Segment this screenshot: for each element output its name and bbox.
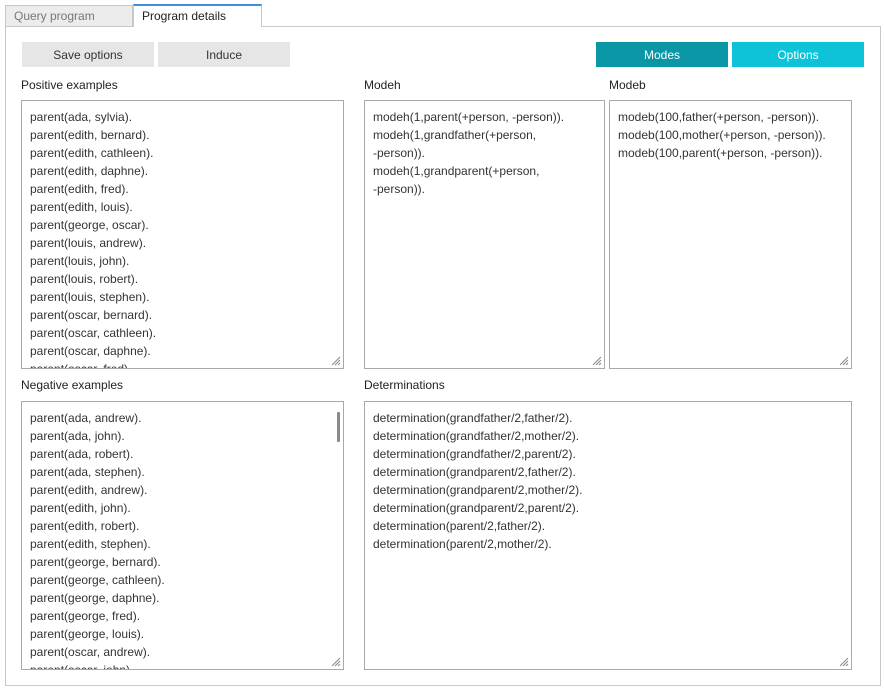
text-line: modeh(1,grandparent(+person, [373, 164, 540, 178]
resize-grip-icon[interactable] [837, 655, 849, 667]
text-line: modeb(100,parent(+person, -person)). [618, 146, 823, 160]
text-line: -person)). [373, 146, 426, 160]
scrollbar-thumb[interactable] [337, 412, 340, 442]
modeb-text: modeb(100,father(+person, -person)). mode… [618, 108, 837, 162]
positive-examples-text: parent(ada, sylvia). parent(edith, bernar… [30, 108, 329, 369]
text-line: determination(grandparent/2,mother/2). [373, 483, 583, 497]
resize-grip-icon[interactable] [329, 655, 341, 667]
negative-examples-label: Negative examples [21, 378, 124, 392]
text-line: modeb(100,mother(+person, -person)). [618, 128, 826, 142]
text-line: parent(edith, fred). [30, 182, 129, 196]
text-line: modeb(100,father(+person, -person)). [618, 110, 820, 124]
modeh-text: modeh(1,parent(+person, -person)). modeh(… [373, 108, 590, 198]
text-line: parent(ada, andrew). [30, 411, 142, 425]
modeb-textarea[interactable]: modeb(100,father(+person, -person)). mode… [609, 100, 852, 369]
resize-grip-icon[interactable] [590, 354, 602, 366]
options-button[interactable]: Options [732, 42, 864, 67]
text-line: parent(edith, john). [30, 501, 131, 515]
resize-grip-icon[interactable] [837, 354, 849, 366]
determinations-textarea[interactable]: determination(grandfather/2,father/2). de… [364, 401, 852, 670]
text-line: parent(louis, john). [30, 254, 130, 268]
text-line: parent(edith, daphne). [30, 164, 149, 178]
text-line: parent(george, fred). [30, 609, 141, 623]
text-line: determination(grandparent/2,father/2). [373, 465, 576, 479]
text-line: determination(parent/2,father/2). [373, 519, 546, 533]
tab-query-program[interactable]: Query program [5, 5, 133, 26]
text-line: determination(grandfather/2,mother/2). [373, 429, 580, 443]
text-line: modeh(1,parent(+person, -person)). [373, 110, 565, 124]
text-line: parent(oscar, john). [30, 663, 134, 670]
text-line: parent(oscar, andrew). [30, 645, 151, 659]
text-line: parent(george, cathleen). [30, 573, 165, 587]
text-line: parent(ada, robert). [30, 447, 134, 461]
text-line: parent(oscar, cathleen). [30, 326, 157, 340]
modeh-textarea[interactable]: modeh(1,parent(+person, -person)). modeh(… [364, 100, 605, 369]
modes-button[interactable]: Modes [596, 42, 728, 67]
text-line: parent(edith, stephen). [30, 537, 151, 551]
text-line: parent(edith, robert). [30, 519, 140, 533]
induce-button[interactable]: Induce [158, 42, 290, 67]
tab-program-details[interactable]: Program details [133, 4, 262, 27]
text-line: parent(louis, stephen). [30, 290, 150, 304]
modeb-label: Modeb [609, 78, 646, 92]
text-line: parent(louis, robert). [30, 272, 139, 286]
positive-examples-textarea[interactable]: parent(ada, sylvia). parent(edith, bernar… [21, 100, 344, 369]
text-line: parent(oscar, daphne). [30, 344, 151, 358]
text-line: modeh(1,grandfather(+person, [373, 128, 537, 142]
negative-examples-text: parent(ada, andrew). parent(ada, john). pa… [30, 409, 329, 670]
text-line: determination(grandparent/2,parent/2). [373, 501, 580, 515]
text-line: parent(george, daphne). [30, 591, 160, 605]
save-options-button[interactable]: Save options [22, 42, 154, 67]
text-line: determination(parent/2,mother/2). [373, 537, 552, 551]
text-line: determination(grandfather/2,parent/2). [373, 447, 576, 461]
text-line: parent(george, oscar). [30, 218, 149, 232]
text-line: parent(george, bernard). [30, 555, 161, 569]
determinations-text: determination(grandfather/2,father/2). de… [373, 409, 837, 553]
text-line: parent(george, louis). [30, 627, 145, 641]
text-line: parent(oscar, bernard). [30, 308, 153, 322]
text-line: parent(edith, andrew). [30, 483, 148, 497]
text-line: parent(edith, bernard). [30, 128, 150, 142]
text-line: parent(edith, cathleen). [30, 146, 154, 160]
resize-grip-icon[interactable] [329, 354, 341, 366]
program-details-panel: Save options Induce Modes Options Positi… [5, 26, 881, 686]
text-line: parent(louis, andrew). [30, 236, 147, 250]
modeh-label: Modeh [364, 78, 401, 92]
text-line: parent(ada, john). [30, 429, 125, 443]
text-line: parent(oscar, fred). [30, 362, 132, 369]
text-line: determination(grandfather/2,father/2). [373, 411, 573, 425]
text-line: -person)). [373, 182, 426, 196]
text-line: parent(ada, sylvia). [30, 110, 133, 124]
determinations-label: Determinations [364, 378, 445, 392]
text-line: parent(edith, louis). [30, 200, 133, 214]
positive-examples-label: Positive examples [21, 78, 118, 92]
text-line: parent(ada, stephen). [30, 465, 145, 479]
negative-examples-textarea[interactable]: parent(ada, andrew). parent(ada, john). pa… [21, 401, 344, 670]
